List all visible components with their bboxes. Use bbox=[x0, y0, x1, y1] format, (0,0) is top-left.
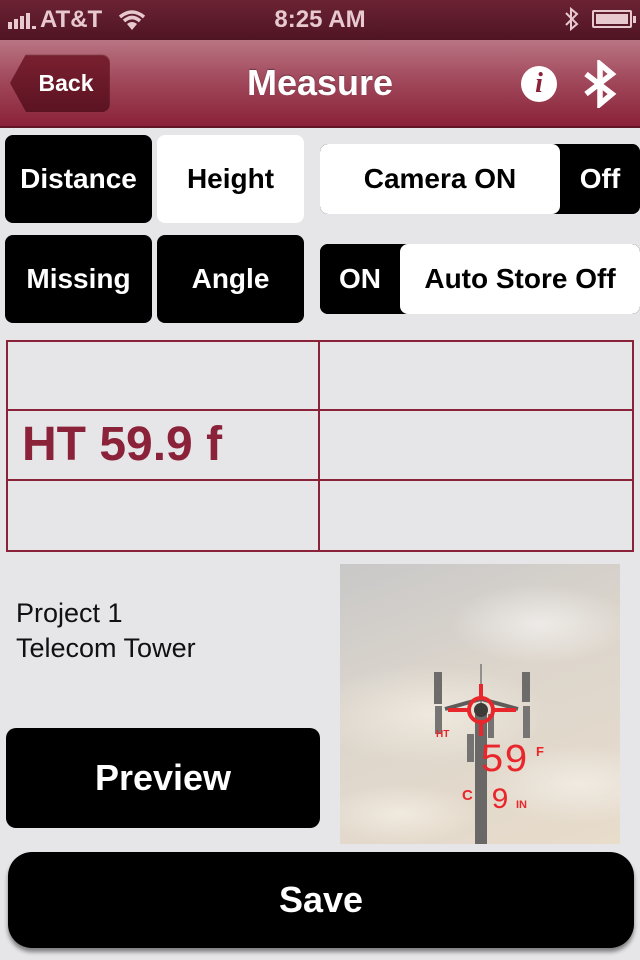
tower-image: HT 59 F C 9 IN bbox=[434, 664, 544, 844]
mode-distance-label: Distance bbox=[20, 163, 137, 194]
auto-store-off-segment[interactable]: Auto Store Off bbox=[400, 244, 640, 314]
battery-icon bbox=[592, 10, 636, 28]
camera-off-label: Off bbox=[579, 163, 621, 194]
camera-toggle[interactable]: Camera ON Off bbox=[320, 144, 640, 214]
overlay-feet-value: 59 bbox=[480, 739, 528, 784]
auto-store-on-label: ON bbox=[339, 263, 381, 294]
reading-cell bbox=[320, 342, 632, 412]
info-icon[interactable]: i bbox=[521, 66, 557, 102]
overlay-c-label: C bbox=[462, 787, 473, 804]
photo-thumbnail[interactable]: HT 59 F C 9 IN bbox=[340, 564, 620, 844]
project-info: Project 1 Telecom Tower bbox=[16, 596, 196, 666]
status-time: 8:25 AM bbox=[274, 6, 366, 33]
auto-store-on-segment[interactable]: ON bbox=[320, 244, 400, 314]
overlay-inch-value: 9 bbox=[491, 784, 509, 818]
project-description: Telecom Tower bbox=[16, 633, 196, 663]
reading-cell bbox=[320, 481, 632, 550]
reading-cell-height: HT 59.9 f bbox=[8, 411, 320, 481]
camera-off-segment[interactable]: Off bbox=[560, 144, 640, 214]
overlay-mode-label: HT bbox=[436, 729, 449, 740]
auto-store-toggle[interactable]: ON Auto Store Off bbox=[320, 244, 640, 314]
camera-on-label: Camera ON bbox=[363, 163, 517, 194]
overlay-inch-unit: IN bbox=[516, 799, 527, 811]
mode-missing-label: Missing bbox=[26, 263, 131, 294]
save-button-label: Save bbox=[278, 879, 364, 920]
reading-cell bbox=[8, 342, 320, 412]
mode-angle-button[interactable]: Angle bbox=[157, 235, 304, 323]
preview-button[interactable]: Preview bbox=[6, 728, 320, 828]
camera-on-segment[interactable]: Camera ON bbox=[320, 144, 560, 214]
status-bar: AT&T 8:25 AM bbox=[0, 0, 640, 40]
overlay-feet-unit: F bbox=[536, 744, 544, 759]
readings-grid: HT 59.9 f bbox=[6, 340, 634, 552]
mode-angle-label: Angle bbox=[191, 263, 270, 294]
reading-cell bbox=[320, 411, 632, 481]
reading-cell bbox=[8, 480, 320, 550]
preview-button-label: Preview bbox=[94, 757, 232, 798]
mode-height-button[interactable]: Height bbox=[157, 135, 304, 223]
bluetooth-icon[interactable] bbox=[582, 60, 618, 108]
bluetooth-icon bbox=[565, 6, 579, 32]
navigation-bar: Back Measure i bbox=[0, 40, 640, 128]
save-button[interactable]: Save bbox=[8, 852, 634, 948]
project-name: Project 1 bbox=[16, 598, 123, 628]
auto-store-off-label: Auto Store Off bbox=[424, 263, 616, 294]
mode-distance-button[interactable]: Distance bbox=[5, 135, 152, 223]
mode-missing-button[interactable]: Missing bbox=[5, 235, 152, 323]
mode-height-label: Height bbox=[186, 163, 275, 194]
